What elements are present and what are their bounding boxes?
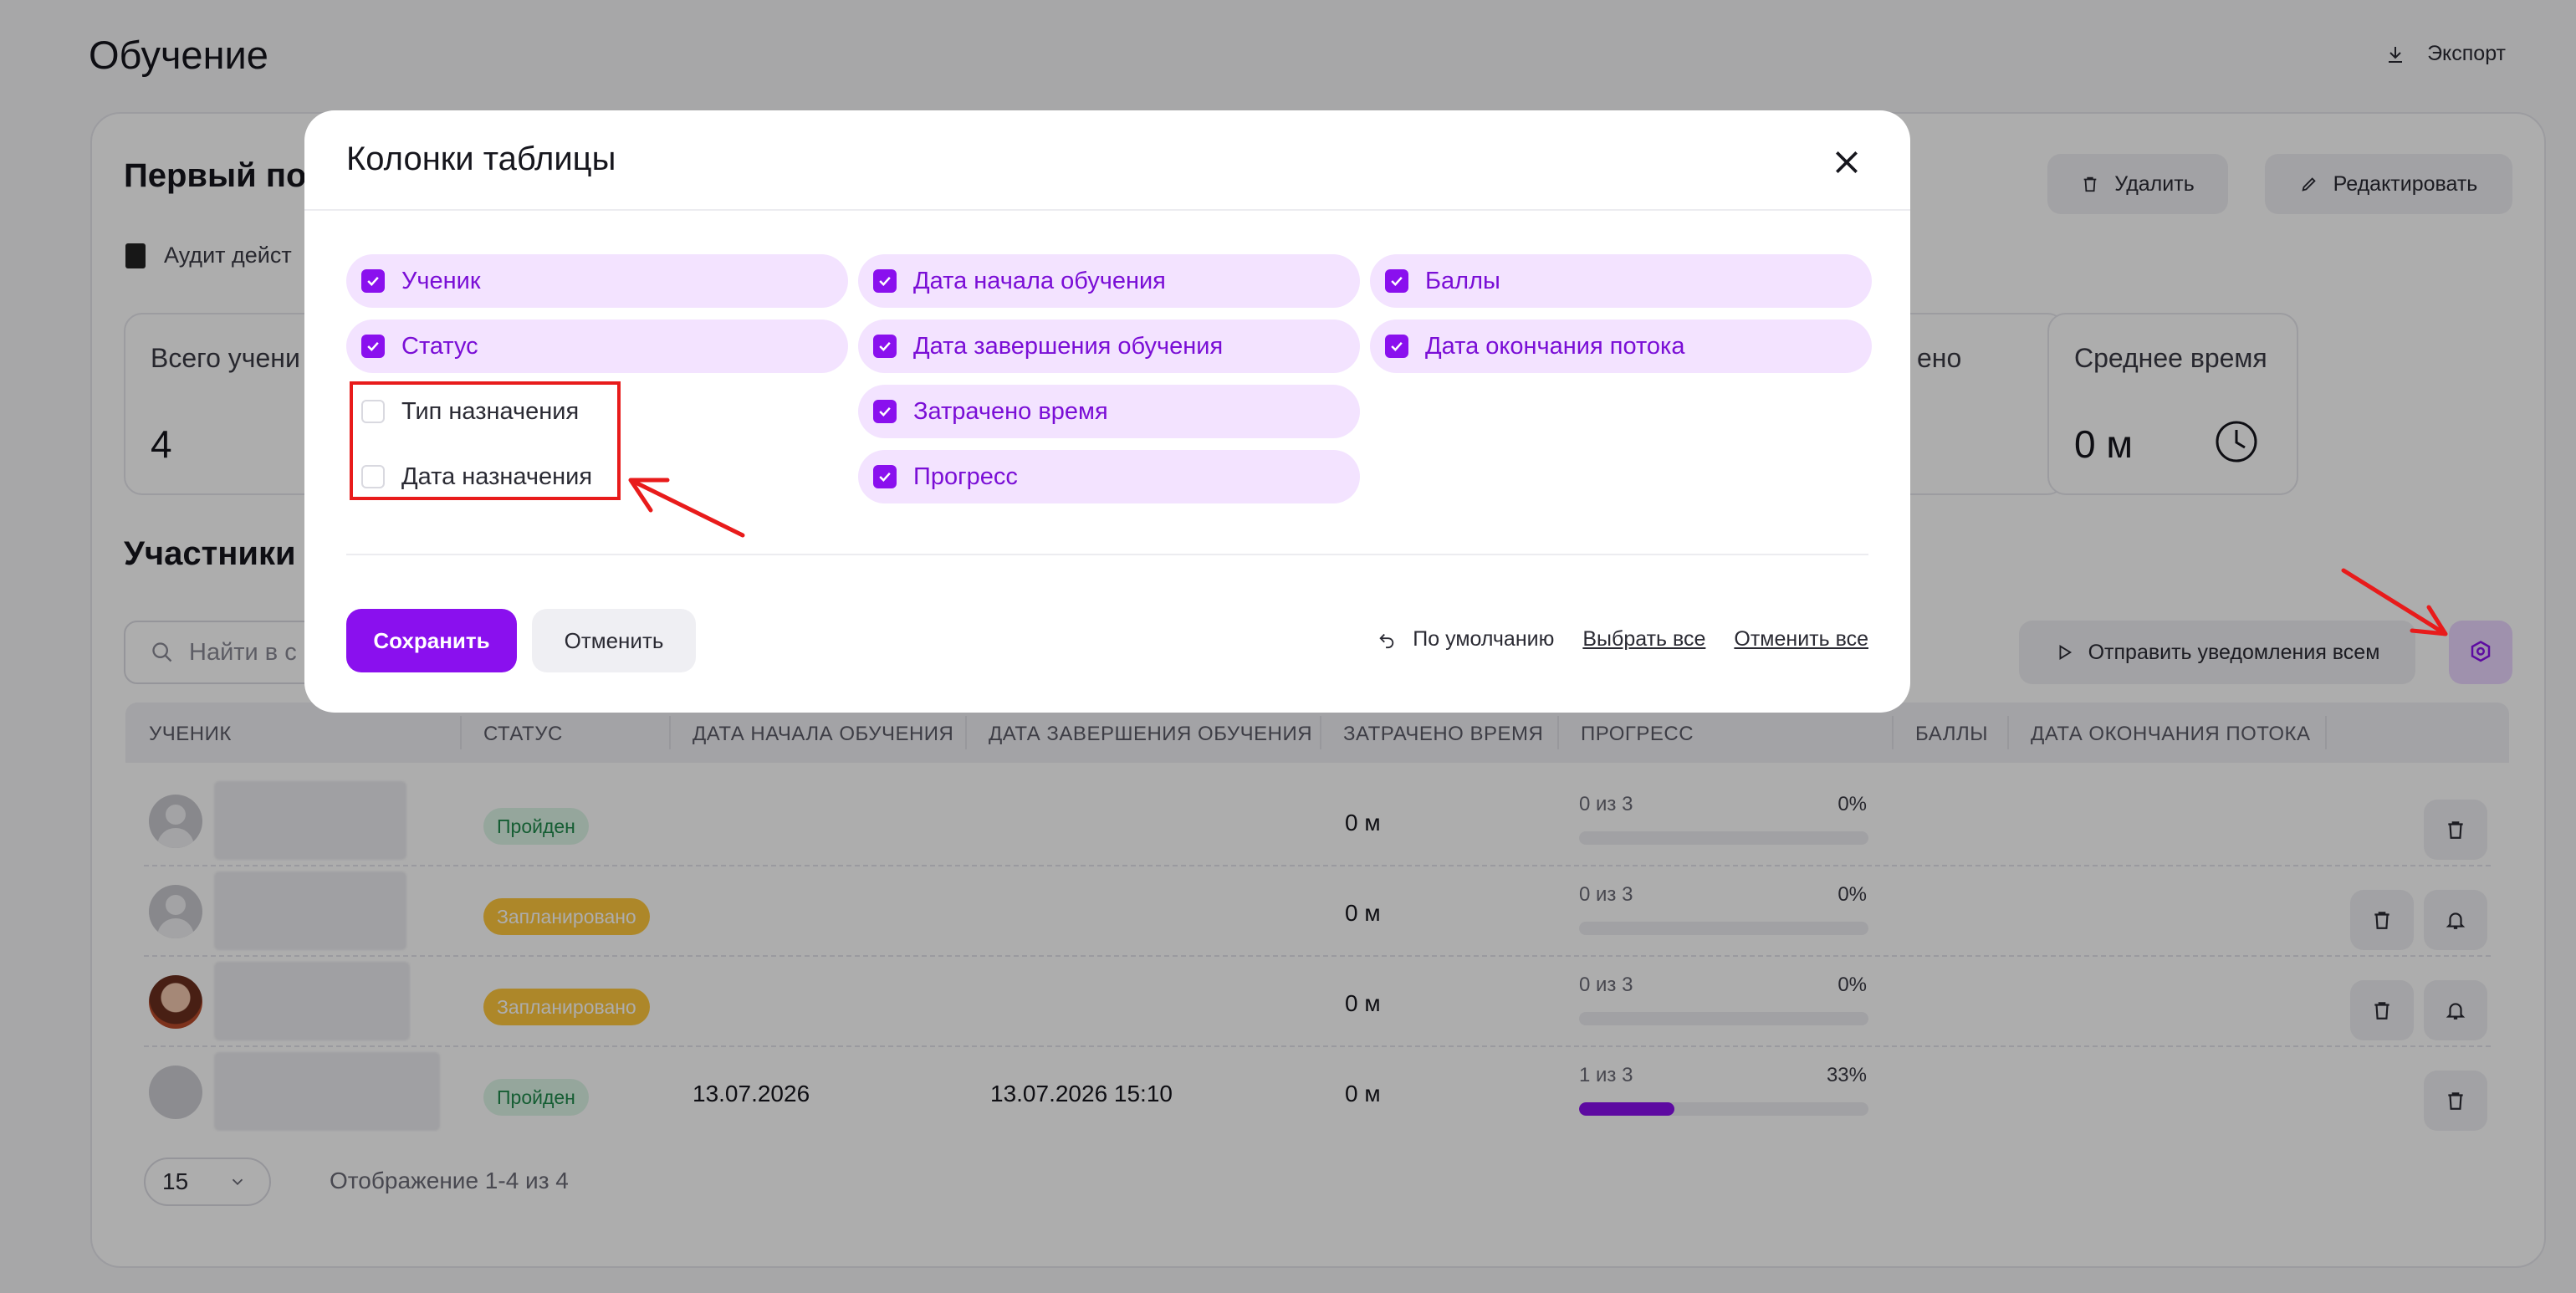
annotation-arrow (628, 478, 745, 538)
checkbox-checked-icon (1385, 269, 1408, 293)
annotation-arrow (2341, 568, 2448, 636)
reset-default-label: По умолчанию (1413, 627, 1555, 651)
column-checkbox-label: Статус (401, 332, 478, 360)
save-button[interactable]: Сохранить (346, 609, 517, 672)
footer-links: По умолчанию Выбрать все Отменить все (1377, 627, 1868, 652)
select-all-link[interactable]: Выбрать все (1582, 627, 1705, 652)
column-checkbox-label: Дата окончания потока (1425, 332, 1685, 360)
column-checkbox-label: Прогресс (913, 463, 1018, 490)
close-icon[interactable] (1830, 146, 1863, 179)
column-checkbox[interactable]: Ученик (346, 254, 848, 308)
column-checkbox[interactable]: Дата окончания потока (1370, 319, 1872, 373)
column-checkbox[interactable]: Дата начала обучения (858, 254, 1360, 308)
column-checkbox-label: Баллы (1425, 267, 1500, 294)
undo-icon (1379, 633, 1394, 648)
checkbox-checked-icon (873, 335, 897, 358)
divider (304, 209, 1910, 211)
column-checkbox-label: Затрачено время (913, 397, 1108, 425)
column-checkbox[interactable]: Затрачено время (858, 385, 1360, 438)
column-checkbox-label: Дата завершения обучения (913, 332, 1224, 360)
checkbox-checked-icon (1385, 335, 1408, 358)
checkbox-checked-icon (361, 335, 385, 358)
deselect-all-link[interactable]: Отменить все (1734, 627, 1868, 652)
column-checkbox[interactable]: Прогресс (858, 450, 1360, 503)
column-checkbox-label: Дата начала обучения (913, 267, 1166, 294)
reset-default-link[interactable]: По умолчанию (1377, 627, 1554, 652)
checkbox-checked-icon (361, 269, 385, 293)
checkbox-checked-icon (873, 269, 897, 293)
checkbox-checked-icon (873, 400, 897, 423)
column-checkbox[interactable]: Статус (346, 319, 848, 373)
cancel-button[interactable]: Отменить (532, 609, 696, 672)
divider (346, 554, 1868, 555)
column-checkbox-label: Ученик (401, 267, 481, 294)
modal-title: Колонки таблицы (346, 141, 616, 177)
column-checkbox[interactable]: Баллы (1370, 254, 1872, 308)
annotation-highlight-box (350, 381, 621, 500)
column-checkbox[interactable]: Дата завершения обучения (858, 319, 1360, 373)
checkbox-checked-icon (873, 465, 897, 488)
